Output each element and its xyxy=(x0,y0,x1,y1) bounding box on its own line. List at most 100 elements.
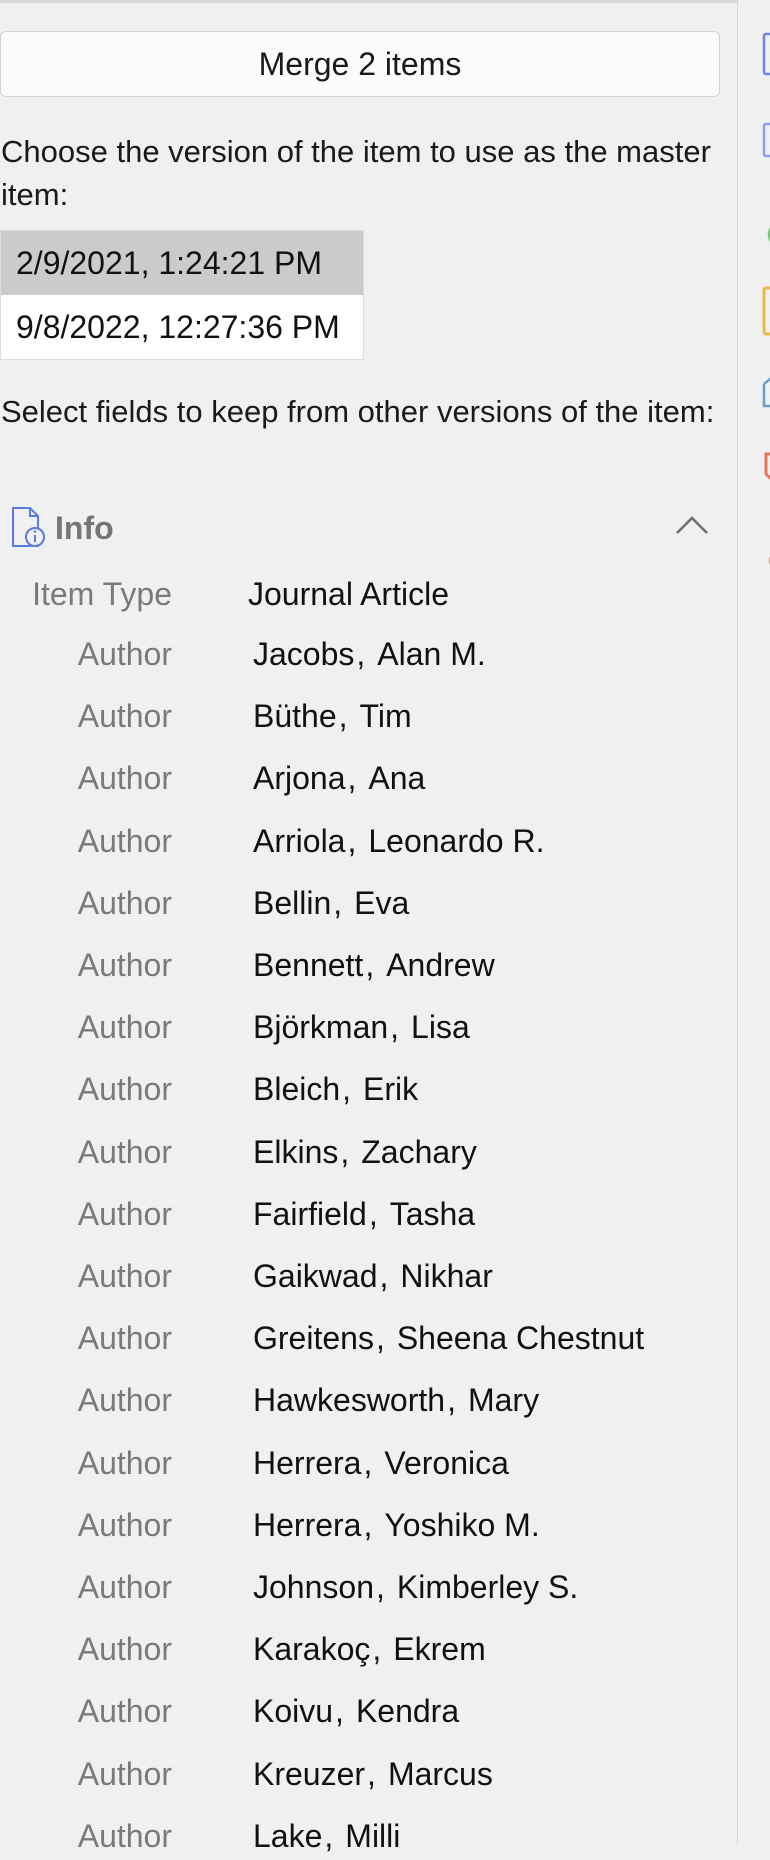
version-item[interactable]: 9/8/2022, 12:27:36 PM xyxy=(1,295,363,359)
attachments-icon[interactable] xyxy=(762,220,770,255)
author-row: Author Arriola, Leonardo R. xyxy=(0,815,720,865)
author-label: Author xyxy=(77,1755,172,1792)
author-row: Author Hawkesworth, Mary xyxy=(0,1374,720,1424)
author-row: Author Lake, Milli xyxy=(0,1810,720,1860)
author-name: Bennett, Andrew xyxy=(253,947,495,984)
author-first-name: Lisa xyxy=(411,1009,470,1046)
author-label: Author xyxy=(77,1133,172,1170)
author-label: Author xyxy=(77,1382,172,1419)
author-last-name: Gaikwad xyxy=(253,1258,378,1294)
author-name: Herrera, Veronica xyxy=(253,1445,509,1482)
author-first-name: Sheena Chestnut xyxy=(396,1320,645,1357)
author-first-name: Leonardo R. xyxy=(368,822,545,859)
author-first-name: Alan M. xyxy=(377,636,486,672)
name-separator: , xyxy=(375,1320,385,1357)
author-last-name: Hawkesworth xyxy=(253,1382,446,1419)
author-label: Author xyxy=(77,1444,172,1481)
name-separator: , xyxy=(447,1382,456,1419)
author-row: Author Gaikwad, Nikhar xyxy=(0,1250,720,1300)
version-item[interactable]: 2/9/2021, 1:24:21 PM xyxy=(1,231,363,295)
author-name: Elkins, Zachary xyxy=(253,1134,477,1171)
info-icon[interactable] xyxy=(762,32,770,81)
author-name: Bellin, Eva xyxy=(253,885,409,922)
author-last-name: Elkins xyxy=(253,1133,339,1170)
name-separator: , xyxy=(333,884,343,921)
author-first-name: Nikhar xyxy=(400,1258,493,1294)
author-last-name: Herrera xyxy=(253,1506,362,1543)
notes-icon[interactable] xyxy=(762,286,770,341)
merge-items-button[interactable]: Merge 2 items xyxy=(0,31,720,97)
author-name: Gaikwad, Nikhar xyxy=(253,1258,493,1295)
author-row: Author Fairfield, Tasha xyxy=(0,1188,720,1238)
author-last-name: Johnson xyxy=(253,1569,374,1605)
author-first-name: Tasha xyxy=(389,1195,476,1232)
author-label: Author xyxy=(77,884,172,921)
author-first-name: Ekrem xyxy=(393,1631,486,1668)
author-row: Author Herrera, Veronica xyxy=(0,1437,720,1487)
author-first-name: Eva xyxy=(354,884,410,921)
author-name: Koivu, Kendra xyxy=(253,1693,459,1730)
item-type-label: Item Type xyxy=(32,576,172,612)
name-separator: , xyxy=(324,1817,334,1854)
author-name: Kreuzer, Marcus xyxy=(253,1756,493,1793)
author-name: Karakoç, Ekrem xyxy=(253,1631,486,1668)
author-last-name: Arjona xyxy=(253,760,346,797)
author-last-name: Arriola xyxy=(253,822,346,859)
author-name: Jacobs, Alan M. xyxy=(253,636,486,673)
author-first-name: Kimberley S. xyxy=(396,1569,579,1605)
author-name: Lake, Milli xyxy=(253,1818,400,1855)
name-separator: , xyxy=(363,1444,373,1481)
author-label: Author xyxy=(77,636,172,672)
author-last-name: Fairfield xyxy=(253,1195,367,1232)
author-label: Author xyxy=(77,1569,172,1605)
name-separator: , xyxy=(347,822,357,859)
chevron-up-icon[interactable] xyxy=(674,512,710,536)
author-first-name: Erik xyxy=(363,1071,419,1108)
name-separator: , xyxy=(335,1693,344,1730)
name-separator: , xyxy=(367,1755,376,1792)
author-label: Author xyxy=(77,1506,172,1543)
author-label: Author xyxy=(77,822,172,859)
author-last-name: Kreuzer xyxy=(253,1755,366,1792)
author-row: Author Johnson, Kimberley S. xyxy=(0,1561,720,1611)
author-last-name: Bleich xyxy=(253,1071,341,1108)
author-row: Author Arjona, Ana xyxy=(0,752,720,802)
name-separator: , xyxy=(356,636,366,672)
name-separator: , xyxy=(363,1506,373,1543)
related-icon[interactable] xyxy=(762,548,770,579)
author-first-name: Kendra xyxy=(355,1693,460,1730)
author-name: Arjona, Ana xyxy=(253,760,425,797)
name-separator: , xyxy=(338,698,348,735)
author-label: Author xyxy=(77,1693,172,1730)
author-row: Author Kreuzer, Marcus xyxy=(0,1748,720,1798)
author-first-name: Zachary xyxy=(361,1133,477,1170)
author-name: Fairfield, Tasha xyxy=(253,1196,475,1233)
author-last-name: Björkman xyxy=(253,1009,389,1046)
author-label: Author xyxy=(77,1631,172,1668)
author-label: Author xyxy=(77,1817,172,1854)
author-row: Author Greitens, Sheena Chestnut xyxy=(0,1312,720,1362)
name-separator: , xyxy=(379,1258,389,1294)
libraries-collections-icon[interactable] xyxy=(762,370,770,415)
author-last-name: Koivu xyxy=(253,1693,334,1730)
abstract-icon[interactable] xyxy=(762,122,770,163)
author-last-name: Karakoç xyxy=(253,1631,371,1668)
version-list[interactable]: 2/9/2021, 1:24:21 PM 9/8/2022, 12:27:36 … xyxy=(0,230,364,360)
author-row: Author Karakoç, Ekrem xyxy=(0,1623,720,1673)
author-name: Herrera, Yoshiko M. xyxy=(253,1507,540,1544)
info-section-header[interactable]: Info xyxy=(10,502,710,552)
author-label: Author xyxy=(77,1009,172,1046)
author-last-name: Büthe xyxy=(253,698,337,735)
author-first-name: Andrew xyxy=(386,947,495,983)
author-last-name: Greitens xyxy=(253,1320,374,1357)
author-name: Arriola, Leonardo R. xyxy=(253,823,544,860)
name-separator: , xyxy=(372,1631,382,1668)
author-row: Author Björkman, Lisa xyxy=(0,1001,720,1051)
name-separator: , xyxy=(342,1071,352,1108)
author-first-name: Veronica xyxy=(384,1444,509,1481)
author-first-name: Mary xyxy=(467,1382,540,1419)
author-last-name: Bellin xyxy=(253,884,332,921)
info-section-title: Info xyxy=(55,510,114,546)
tags-icon[interactable] xyxy=(762,452,770,493)
author-first-name: Ana xyxy=(368,760,426,797)
